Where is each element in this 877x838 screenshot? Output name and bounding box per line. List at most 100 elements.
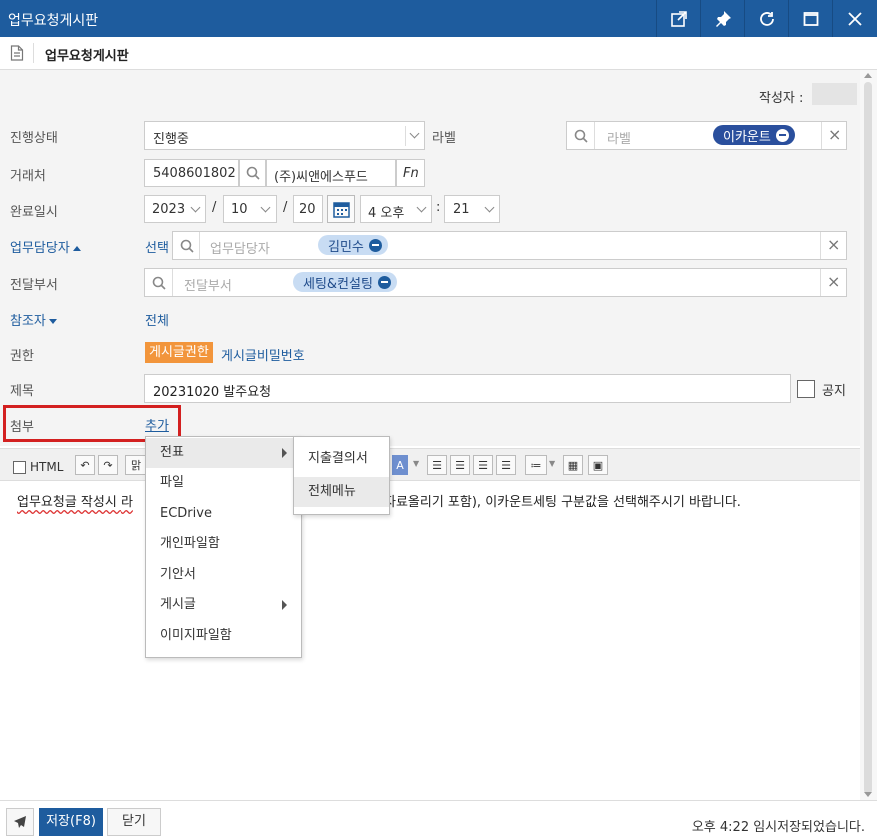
client-code: 5408601802 [153, 166, 236, 181]
save-button[interactable]: 저장(F8) [39, 808, 103, 836]
day-value: 20 [299, 202, 316, 217]
label-chip-text: 이카운트 [723, 129, 771, 145]
post-password-link[interactable]: 게시글비밀번호 [221, 345, 305, 364]
dropdown-arrow-icon[interactable]: ▼ [549, 459, 555, 468]
send-button[interactable] [6, 808, 34, 836]
dropdown-arrow-icon[interactable]: ▼ [413, 459, 419, 468]
dept-label: 전달부서 [10, 278, 58, 293]
editor-toolbar: HTML ↶ ↷ 맑 A ▼ ☰ ☰ ☰ ☰ ≔ ▼ ▦ ▣ [0, 448, 860, 481]
assignee-field[interactable]: 업무담당자 × [172, 231, 847, 260]
dept-field[interactable]: 전달부서 × [144, 268, 847, 297]
menu-item-post[interactable]: 게시글 [146, 590, 301, 620]
dept-placeholder: 전달부서 [184, 279, 232, 294]
remove-icon[interactable] [775, 128, 789, 142]
client-search-button[interactable] [239, 159, 266, 187]
calendar-button[interactable] [327, 195, 355, 223]
notice-checkbox[interactable] [797, 380, 815, 398]
assignee-select-link[interactable]: 선택 [145, 237, 169, 256]
label-placeholder: 라벨 [607, 132, 631, 147]
font-select[interactable]: 맑 [125, 455, 147, 475]
fn-label: Fn [403, 166, 419, 181]
scrollbar[interactable] [860, 70, 877, 800]
hour-select[interactable]: 4 오후 [360, 195, 432, 223]
chevron-down-icon [416, 202, 427, 213]
date-separator: / [283, 200, 288, 215]
subject-label: 제목 [10, 384, 34, 399]
clear-icon[interactable]: × [827, 235, 840, 254]
table-icon[interactable]: ▦ [563, 455, 583, 475]
editor-body[interactable]: 업무요청글 작성시 라 자료올리기 포함), 이카운트세팅 구분값을 선택해주시… [0, 481, 860, 801]
status-select[interactable]: 진행중 [144, 121, 425, 150]
submenu-arrow-icon [282, 448, 287, 458]
maximize-icon[interactable] [789, 0, 833, 37]
dept-chip[interactable]: 세팅&컨설팅 [293, 272, 397, 292]
fn-button[interactable]: Fn [396, 159, 425, 187]
image-icon[interactable]: ▣ [588, 455, 608, 475]
editor-text-start: 업무요청글 작성시 라 [17, 495, 133, 510]
scroll-down-icon[interactable] [864, 792, 872, 797]
assignee-chip[interactable]: 김민수 [318, 235, 388, 255]
clear-icon[interactable]: × [828, 125, 841, 144]
scroll-up-icon[interactable] [864, 73, 872, 78]
dept-chip-text: 세팅&컨설팅 [303, 276, 373, 292]
refresh-icon[interactable] [745, 0, 789, 37]
minute-select[interactable]: 21 [444, 195, 500, 223]
client-name-input[interactable]: (주)씨앤에스푸드 [266, 159, 396, 187]
menu-item-personal-files[interactable]: 개인파일함 [146, 529, 301, 559]
client-code-input[interactable]: 5408601802 [144, 159, 239, 187]
align-right-icon[interactable]: ☰ [473, 455, 493, 475]
submenu-item-all[interactable]: 전체메뉴 [294, 477, 389, 507]
label-chip[interactable]: 이카운트 [713, 125, 795, 145]
align-left-icon[interactable]: ☰ [427, 455, 447, 475]
chevron-down-icon [409, 128, 420, 139]
undo-icon[interactable]: ↶ [75, 455, 95, 475]
clear-icon[interactable]: × [827, 272, 840, 291]
label-field-label: 라벨 [432, 131, 456, 146]
menu-item-file[interactable]: 파일 [146, 468, 301, 498]
minute-value: 21 [453, 202, 470, 217]
post-permission-badge[interactable]: 게시글권한 [145, 342, 213, 363]
footer-bar: 저장(F8) 닫기 오후 4:22 임시저장되었습니다. [0, 800, 877, 838]
menu-item-voucher[interactable]: 전표 [146, 438, 301, 468]
send-icon [14, 816, 26, 828]
month-select[interactable]: 10 [223, 195, 277, 223]
html-label: HTML [30, 460, 64, 474]
cc-label[interactable]: 참조자 [10, 310, 57, 329]
align-center-icon[interactable]: ☰ [450, 455, 470, 475]
pin-icon[interactable] [701, 0, 745, 37]
author-label: 작성자 : [759, 91, 804, 106]
assignee-chip-text: 김민수 [328, 239, 364, 255]
html-checkbox[interactable] [13, 461, 26, 474]
redo-icon[interactable]: ↷ [98, 455, 118, 475]
page-title: 업무요청게시판 [45, 49, 129, 64]
remove-icon[interactable] [377, 275, 391, 289]
window-title: 업무요청게시판 [8, 13, 99, 29]
search-icon[interactable] [151, 275, 167, 291]
search-icon[interactable] [573, 128, 589, 144]
list-icon[interactable]: ≔ [525, 455, 547, 475]
submenu-item-expense[interactable]: 지출결의서 [294, 444, 389, 474]
autosave-status: 오후 4:22 임시저장되었습니다. [691, 820, 865, 835]
highlight-color-icon[interactable]: A [392, 455, 408, 475]
popout-icon[interactable] [657, 0, 701, 37]
day-input[interactable]: 20 [293, 195, 323, 223]
assignee-label[interactable]: 업무담당자 [10, 237, 81, 256]
align-justify-icon[interactable]: ☰ [496, 455, 516, 475]
cc-value[interactable]: 전체 [145, 310, 169, 329]
year-value: 2023 [152, 202, 186, 217]
notice-label: 공지 [822, 384, 846, 399]
subject-input[interactable]: 20231020 발주요청 [144, 374, 791, 403]
menu-item-image-files[interactable]: 이미지파일함 [146, 621, 301, 651]
close-icon[interactable] [833, 0, 877, 37]
submenu-arrow-icon [282, 600, 287, 610]
remove-icon[interactable] [368, 238, 382, 252]
search-icon [246, 166, 260, 180]
menu-item-draft[interactable]: 기안서 [146, 560, 301, 590]
window-titlebar: 업무요청게시판 [0, 0, 877, 37]
scroll-thumb[interactable] [864, 82, 872, 794]
search-icon[interactable] [179, 238, 195, 254]
close-button[interactable]: 닫기 [107, 808, 161, 836]
label-field[interactable]: 라벨 × [566, 121, 847, 150]
year-select[interactable]: 2023 [144, 195, 206, 223]
menu-item-ecdrive[interactable]: ECDrive [146, 499, 301, 529]
